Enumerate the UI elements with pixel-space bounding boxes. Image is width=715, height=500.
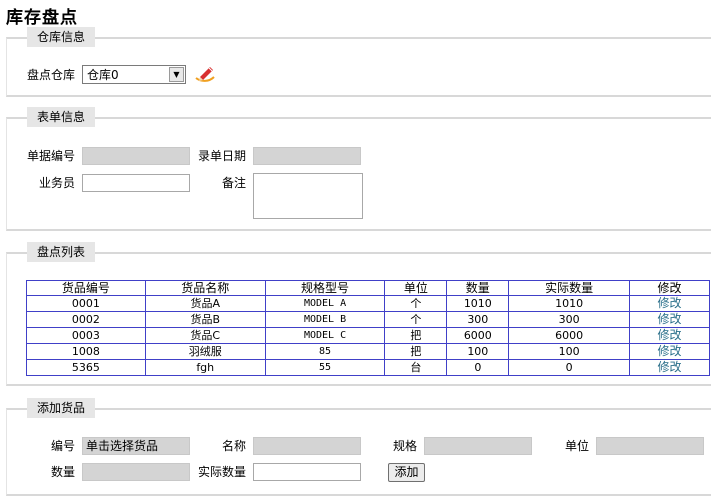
add-legend: 添加货品 [27,398,96,418]
item-qty-cell: 6000 [446,327,510,344]
form-legend: 表单信息 [27,107,96,127]
item-actual-cell: 0 [508,359,631,376]
item-actual-cell: 6000 [508,327,631,344]
add-button[interactable]: 添加 [388,463,425,482]
item-actual-cell: 100 [508,343,631,360]
item-unit-cell: 把 [384,327,448,344]
actual-qty-input[interactable] [253,463,361,481]
edit-cell: 修改 [629,343,710,360]
column-header: 规格型号 [264,280,386,296]
item-spec-cell: 85 [264,343,386,360]
item-unit-cell: 把 [384,343,448,360]
spec-label: 规格 [393,439,418,453]
edit-link[interactable]: 修改 [658,312,682,326]
column-header: 货品编号 [26,280,146,296]
item-select-field[interactable]: 单击选择货品 [82,437,190,455]
item-qty-cell: 1010 [446,295,510,312]
table-row: 0002 货品B MODEL B 个 300 300 修改 [26,311,710,328]
item-code-cell: 0003 [26,327,146,344]
item-unit-cell: 台 [384,359,448,376]
edit-cell: 修改 [629,295,710,312]
item-code-cell: 0002 [26,311,146,328]
column-header: 实际数量 [508,280,631,296]
item-spec-cell: MODEL A [264,295,386,312]
name-label: 名称 [222,439,247,453]
salesman-label: 业务员 [39,176,76,190]
salesman-input[interactable] [82,174,190,192]
edit-link[interactable]: 修改 [658,360,682,374]
edit-link[interactable]: 修改 [658,344,682,358]
item-actual-cell: 300 [508,311,631,328]
column-header: 数量 [446,280,510,296]
remark-label: 备注 [222,176,247,190]
edit-cell: 修改 [629,327,710,344]
table-header-row: 货品编号 货品名称 规格型号 单位 数量 实际数量 修改 [26,280,710,296]
date-label: 录单日期 [198,149,247,163]
column-header: 单位 [384,280,448,296]
warehouse-label: 盘点仓库 [27,68,76,82]
inventory-table: 货品编号 货品名称 规格型号 单位 数量 实际数量 修改 0001 货品A MO… [26,280,710,376]
item-actual-cell: 1010 [508,295,631,312]
warehouse-legend: 仓库信息 [27,27,96,47]
unit-field[interactable] [596,437,704,455]
code-label: 编号 [51,439,76,453]
spec-field[interactable] [424,437,532,455]
table-row: 1008 羽绒服 85 把 100 100 修改 [26,343,710,360]
remark-textarea[interactable] [253,173,363,219]
column-header: 货品名称 [144,280,266,296]
item-qty-cell: 300 [446,311,510,328]
qty-label: 数量 [51,465,76,479]
column-header: 修改 [629,280,710,296]
item-name-cell: fgh [144,359,266,376]
name-field[interactable] [253,437,361,455]
chevron-down-icon[interactable]: ▼ [169,67,184,82]
warehouse-select[interactable]: 仓库0 ▼ [82,65,186,84]
edit-link[interactable]: 修改 [658,328,682,342]
item-qty-cell: 100 [446,343,510,360]
item-name-cell: 货品B [144,311,266,328]
item-unit-cell: 个 [384,295,448,312]
qty-field[interactable] [82,463,190,481]
item-unit-cell: 个 [384,311,448,328]
item-spec-cell: MODEL B [264,311,386,328]
item-spec-cell: MODEL C [264,327,386,344]
item-name-cell: 货品A [144,295,266,312]
doc-no-field[interactable] [82,147,190,165]
item-qty-cell: 0 [446,359,510,376]
edit-cell: 修改 [629,311,710,328]
table-row: 0001 货品A MODEL A 个 1010 1010 修改 [26,295,710,312]
item-name-cell: 货品C [144,327,266,344]
page-title: 库存盘点 [6,8,78,28]
actual-qty-label: 实际数量 [198,465,247,479]
doc-no-label: 单据编号 [27,149,76,163]
edit-link[interactable]: 修改 [658,296,682,310]
edit-cell: 修改 [629,359,710,376]
item-code-cell: 0001 [26,295,146,312]
list-legend: 盘点列表 [27,242,96,262]
date-field[interactable] [253,147,361,165]
item-name-cell: 羽绒服 [144,343,266,360]
unit-label: 单位 [565,439,590,453]
pen-icon[interactable] [193,64,217,84]
table-row: 5365 fgh 55 台 0 0 修改 [26,359,710,376]
item-code-cell: 1008 [26,343,146,360]
item-spec-cell: 55 [264,359,386,376]
table-row: 0003 货品C MODEL C 把 6000 6000 修改 [26,327,710,344]
warehouse-select-value: 仓库0 [87,68,119,82]
item-code-cell: 5365 [26,359,146,376]
